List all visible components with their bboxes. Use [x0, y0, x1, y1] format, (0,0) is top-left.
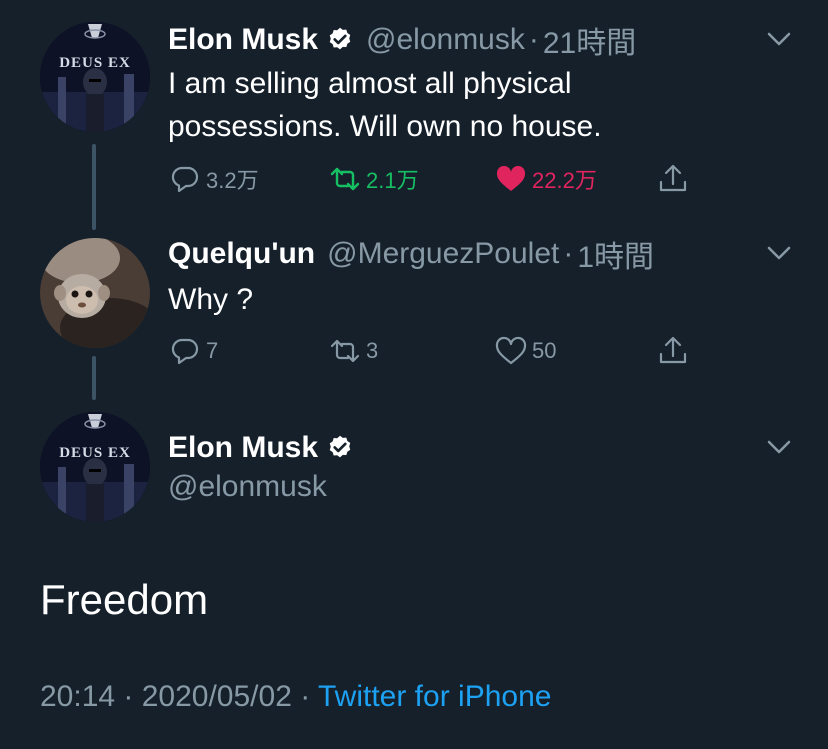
tweet-source-link[interactable]: Twitter for iPhone: [318, 680, 551, 713]
author-name[interactable]: Elon Musk: [168, 431, 318, 465]
tweet-meta: 20:14 · 2020/05/02 · Twitter for iPhone: [40, 680, 551, 714]
verified-badge-icon: [329, 435, 351, 458]
avatar[interactable]: DEUS EX: [40, 412, 150, 522]
tweet-3-focused[interactable]: DEUS EX Elon Musk @elonmusk Freedom 20:1…: [0, 0, 828, 749]
tweet-text: Freedom: [40, 576, 209, 623]
author-handle[interactable]: @elonmusk: [168, 470, 327, 504]
chevron-down-icon[interactable]: [764, 432, 794, 462]
deus-ex-logo: DEUS EX: [59, 445, 131, 461]
tweet-timestamp[interactable]: 20:14 · 2020/05/02 ·: [40, 680, 318, 713]
